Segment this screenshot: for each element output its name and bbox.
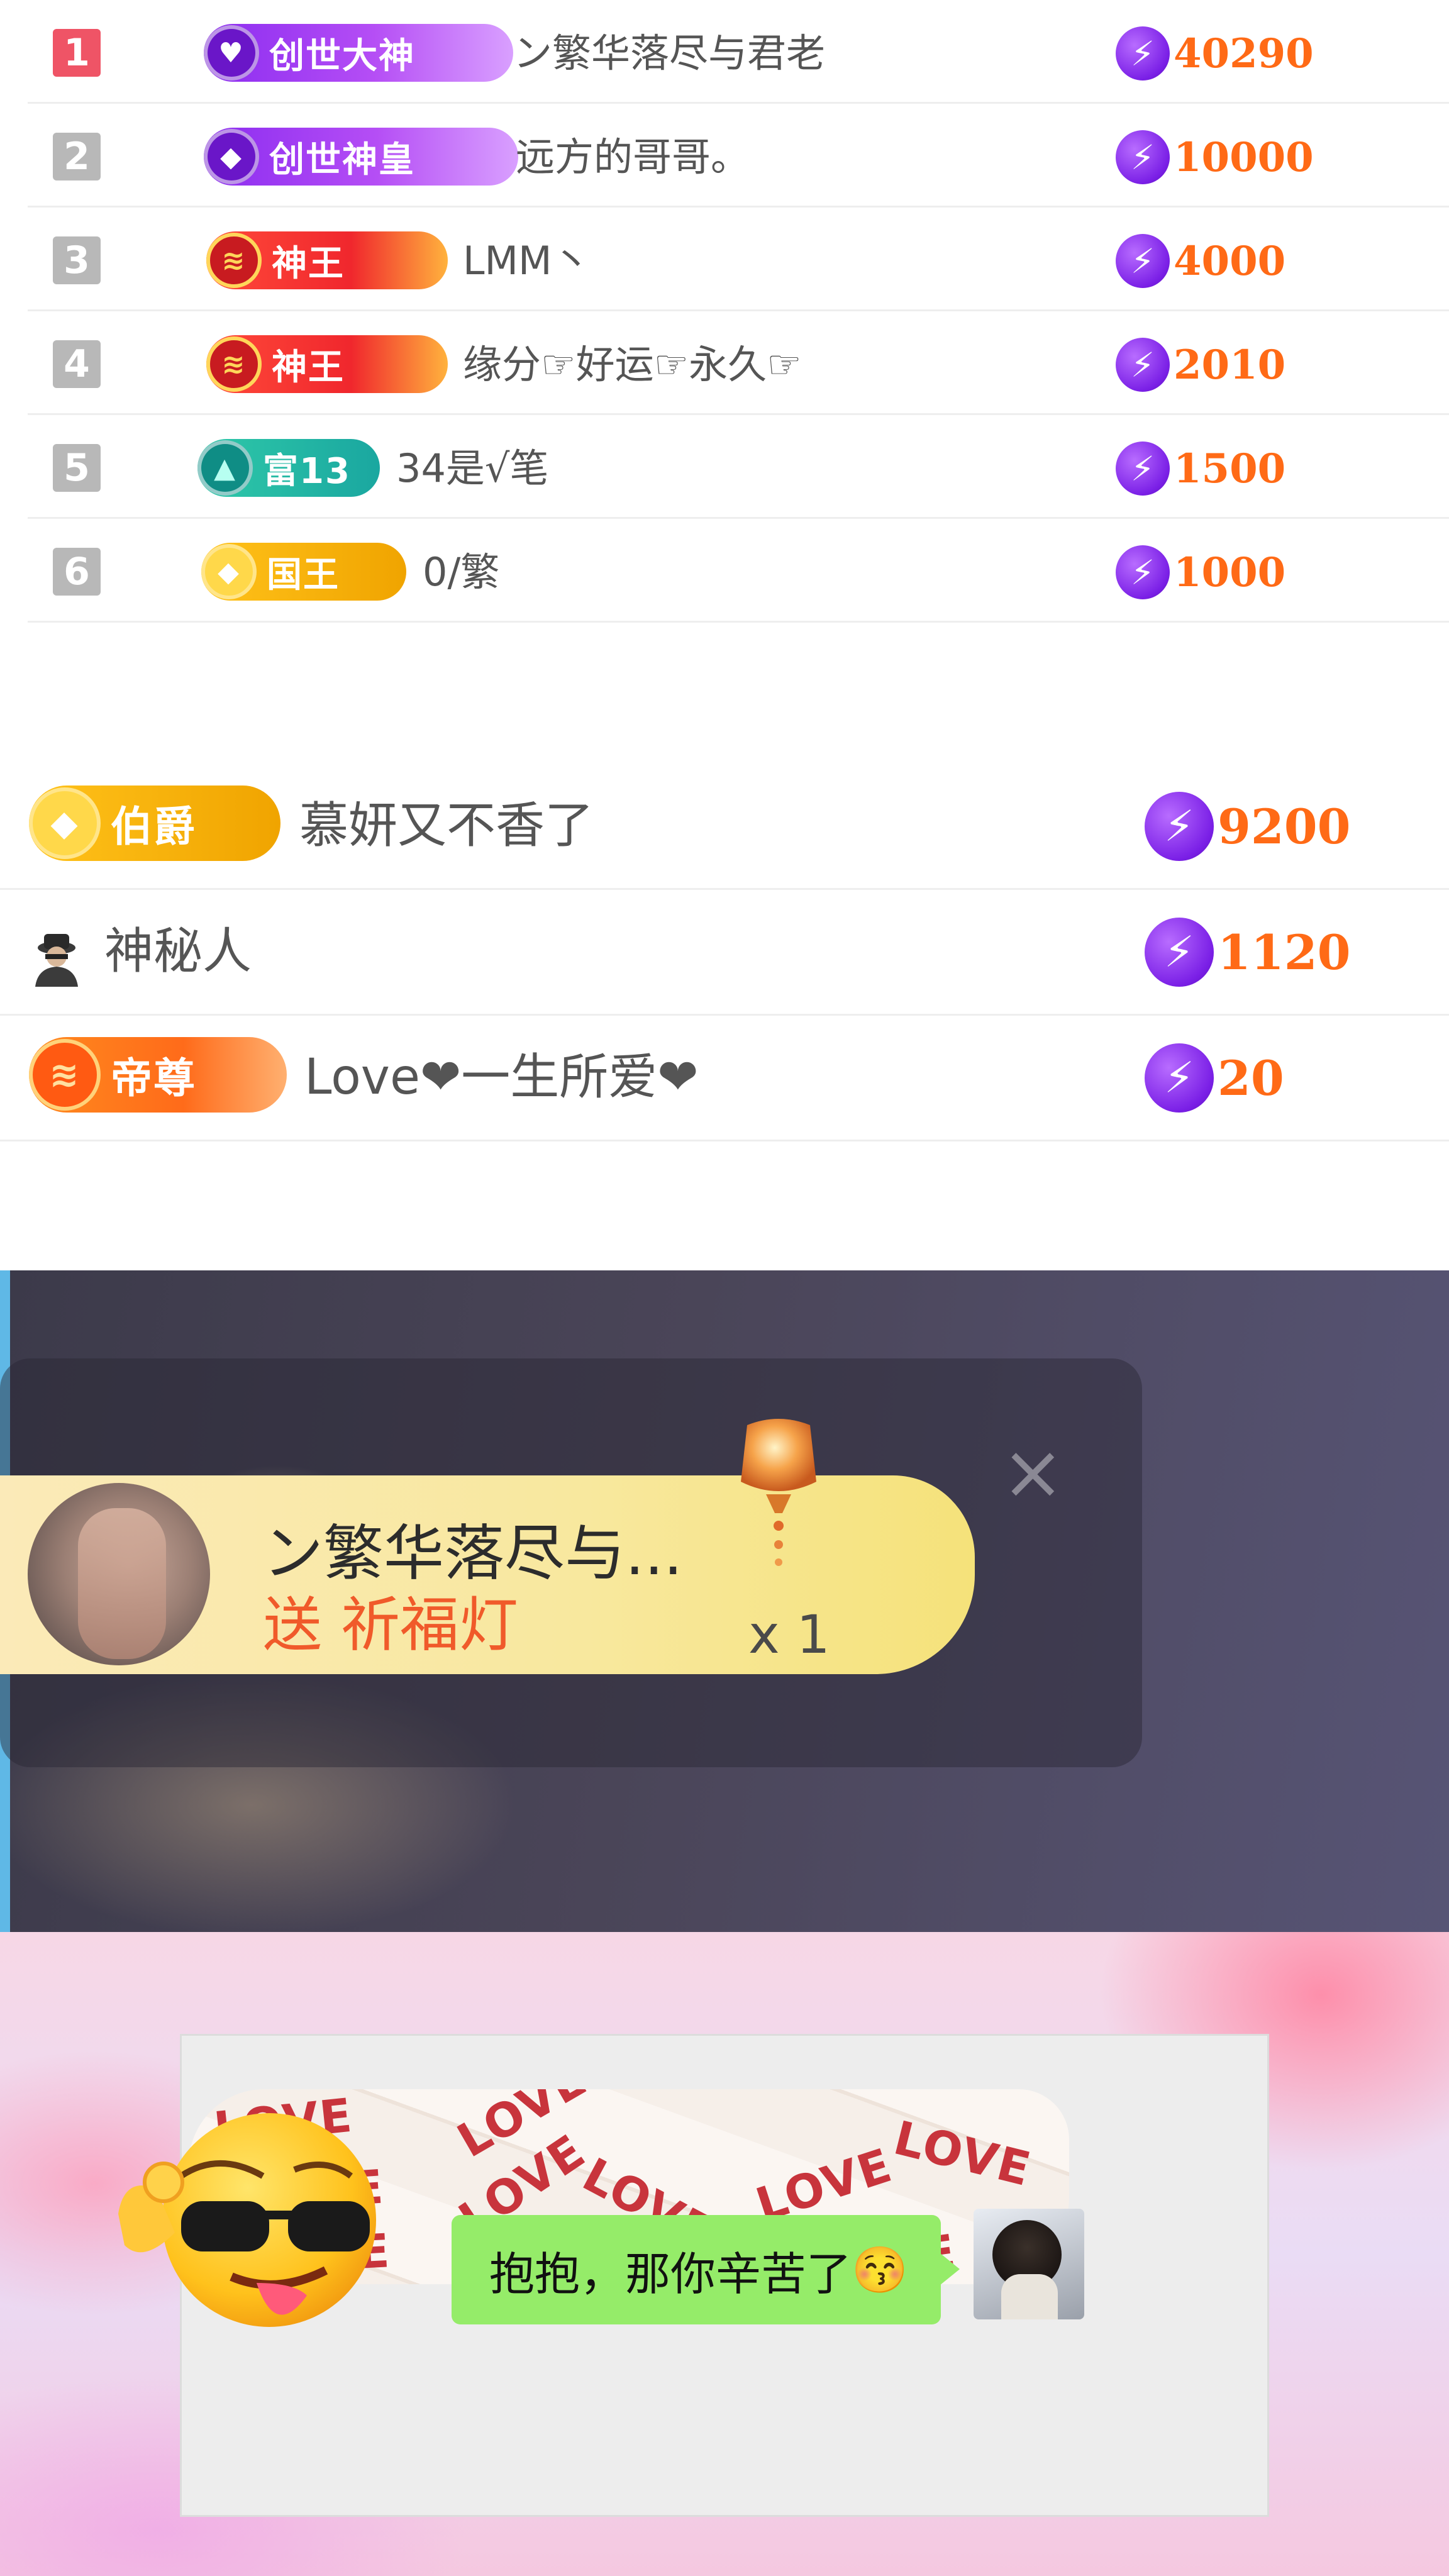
score: ⚡ 4000 [1116, 234, 1285, 288]
member-list: ◆ 伯爵 慕妍又不香了 ⚡ 9200 神秘人 ⚡ 1120 ≋ 帝尊 Love❤… [0, 764, 1449, 1141]
lightning-icon: ⚡ [1145, 792, 1214, 861]
close-icon[interactable]: × [1001, 1435, 1065, 1511]
badge-label: 帝尊 [111, 1054, 196, 1102]
user-name: 神秘人 [104, 923, 252, 980]
lightning-icon: ⚡ [1116, 26, 1170, 80]
chat-user-avatar[interactable] [974, 2209, 1084, 2319]
ranking-row[interactable]: 2 ◆ 创世神皇 远方的哥哥。 ⚡ 10000 [28, 104, 1449, 208]
sender-avatar[interactable] [28, 1483, 210, 1665]
level-badge: ♥ 创世大神 [204, 24, 513, 82]
user-name: 远方的哥哥。 [516, 134, 750, 180]
score-value: 10000 [1174, 133, 1314, 181]
lightning-icon: ⚡ [1116, 338, 1170, 392]
screenshot-collage: 1 ♥ 创世大神 ン繁华落尽与君老 ⚡ 40290 2 ◆ 创世神皇 远方的哥哥… [0, 0, 1449, 2576]
level-emblem-icon: ▲ [197, 440, 253, 496]
lightning-icon: ⚡ [1145, 918, 1214, 987]
lightning-icon: ⚡ [1116, 545, 1170, 599]
score: ⚡ 2010 [1116, 338, 1285, 392]
level-emblem-icon: ◆ [29, 787, 101, 859]
ranking-row[interactable]: 1 ♥ 创世大神 ン繁华落尽与君老 ⚡ 40290 [28, 0, 1449, 104]
level-emblem-icon: ◆ [204, 129, 259, 184]
level-badge: ▲ 富13 [197, 439, 380, 497]
ranking-row[interactable]: 3 ≋ 神王 LMM丶 ⚡ 4000 [28, 208, 1449, 311]
level-badge: ≋ 神王 [206, 335, 448, 393]
member-row[interactable]: ≋ 帝尊 Love❤一生所爱❤ ⚡ 20 [0, 1016, 1449, 1141]
cool-face-emoji-icon [106, 2107, 382, 2348]
badge-label: 神王 [272, 347, 345, 388]
contribution-ranking-list: 1 ♥ 创世大神 ン繁华落尽与君老 ⚡ 40290 2 ◆ 创世神皇 远方的哥哥… [0, 0, 1449, 623]
love-text: LOVE [888, 2111, 1037, 2197]
rank-number: 1 [53, 29, 101, 77]
score-value: 4000 [1174, 237, 1286, 285]
rank-number: 5 [53, 444, 101, 492]
level-emblem-icon: ◆ [201, 544, 257, 599]
score-value: 9200 [1218, 798, 1351, 855]
score: ⚡ 1500 [1116, 441, 1285, 496]
user-name: LMM丶 [463, 238, 591, 284]
lantern-gift-icon [722, 1413, 835, 1591]
badge-label: 创世大神 [269, 35, 415, 77]
user-name: 慕妍又不香了 [299, 797, 594, 854]
user-name: 缘分☞好运☞永久☞ [463, 341, 802, 387]
mystery-person-icon [25, 925, 88, 988]
rank-number: 3 [53, 236, 101, 284]
member-row[interactable]: ◆ 伯爵 慕妍又不香了 ⚡ 9200 [0, 764, 1449, 890]
avatar-photo [78, 1508, 166, 1659]
level-emblem-icon: ≋ [29, 1039, 101, 1111]
badge-label: 伯爵 [111, 802, 196, 851]
level-badge: ◆ 创世神皇 [204, 128, 518, 186]
ranking-row[interactable]: 4 ≋ 神王 缘分☞好运☞永久☞ ⚡ 2010 [28, 311, 1449, 415]
score: ⚡ 1000 [1116, 545, 1285, 599]
gift-count: x 1 [748, 1604, 830, 1665]
avatar-body [1001, 2274, 1058, 2319]
user-name: 34是√笔 [396, 445, 549, 491]
level-emblem-icon: ≋ [206, 233, 262, 288]
lightning-icon: ⚡ [1116, 234, 1170, 288]
chat-message-bubble[interactable]: 抱抱，那你辛苦了 😚 [452, 2215, 960, 2324]
score: ⚡ 1120 [1145, 918, 1351, 987]
rank-number: 6 [53, 548, 101, 596]
badge-label: 富13 [263, 450, 351, 492]
level-badge: ≋ 帝尊 [29, 1037, 287, 1113]
score: ⚡ 40290 [1116, 26, 1314, 80]
score-value: 20 [1218, 1050, 1284, 1106]
score-value: 1120 [1218, 924, 1351, 980]
user-name: ン繁华落尽与君老 [513, 30, 826, 76]
badge-label: 国王 [267, 554, 340, 596]
user-name: 0/繁 [423, 549, 500, 595]
score-value: 1500 [1174, 445, 1286, 492]
level-badge: ◆ 伯爵 [29, 786, 280, 861]
badge-label: 神王 [272, 243, 345, 284]
score-value: 1000 [1174, 548, 1286, 596]
level-badge: ≋ 神王 [206, 231, 448, 289]
score: ⚡ 10000 [1116, 130, 1314, 184]
score-value: 40290 [1174, 30, 1314, 77]
lightning-icon: ⚡ [1116, 441, 1170, 496]
badge-label: 创世神皇 [269, 139, 415, 180]
lightning-icon: ⚡ [1145, 1043, 1214, 1113]
level-emblem-icon: ≋ [206, 336, 262, 392]
lightning-icon: ⚡ [1116, 130, 1170, 184]
user-name: Love❤一生所爱❤ [304, 1049, 699, 1106]
chat-meme-scene: LOVE LOVE LOVE LOVE LOVE LOVE LOVE LOVE … [0, 1932, 1449, 2576]
rank-number: 4 [53, 340, 101, 388]
score-value: 2010 [1174, 341, 1286, 389]
chat-message-text: 抱抱，那你辛苦了 [489, 2247, 852, 2301]
rank-number: 2 [53, 133, 101, 180]
ranking-row[interactable]: 6 ◆ 国王 0/繁 ⚡ 1000 [28, 519, 1449, 623]
ranking-row[interactable]: 5 ▲ 富13 34是√笔 ⚡ 1500 [28, 415, 1449, 519]
gift-notification-scene: ン繁华落尽与... 送 祈福灯 x 1 × [0, 1270, 1449, 1932]
level-emblem-icon: ♥ [204, 25, 259, 80]
kissing-face-icon: 😚 [852, 2243, 908, 2296]
score: ⚡ 20 [1145, 1043, 1284, 1113]
level-badge: ◆ 国王 [201, 543, 406, 601]
member-row[interactable]: 神秘人 ⚡ 1120 [0, 890, 1449, 1016]
gift-action-text: 送 祈福灯 [263, 1591, 518, 1660]
score: ⚡ 9200 [1145, 792, 1351, 861]
